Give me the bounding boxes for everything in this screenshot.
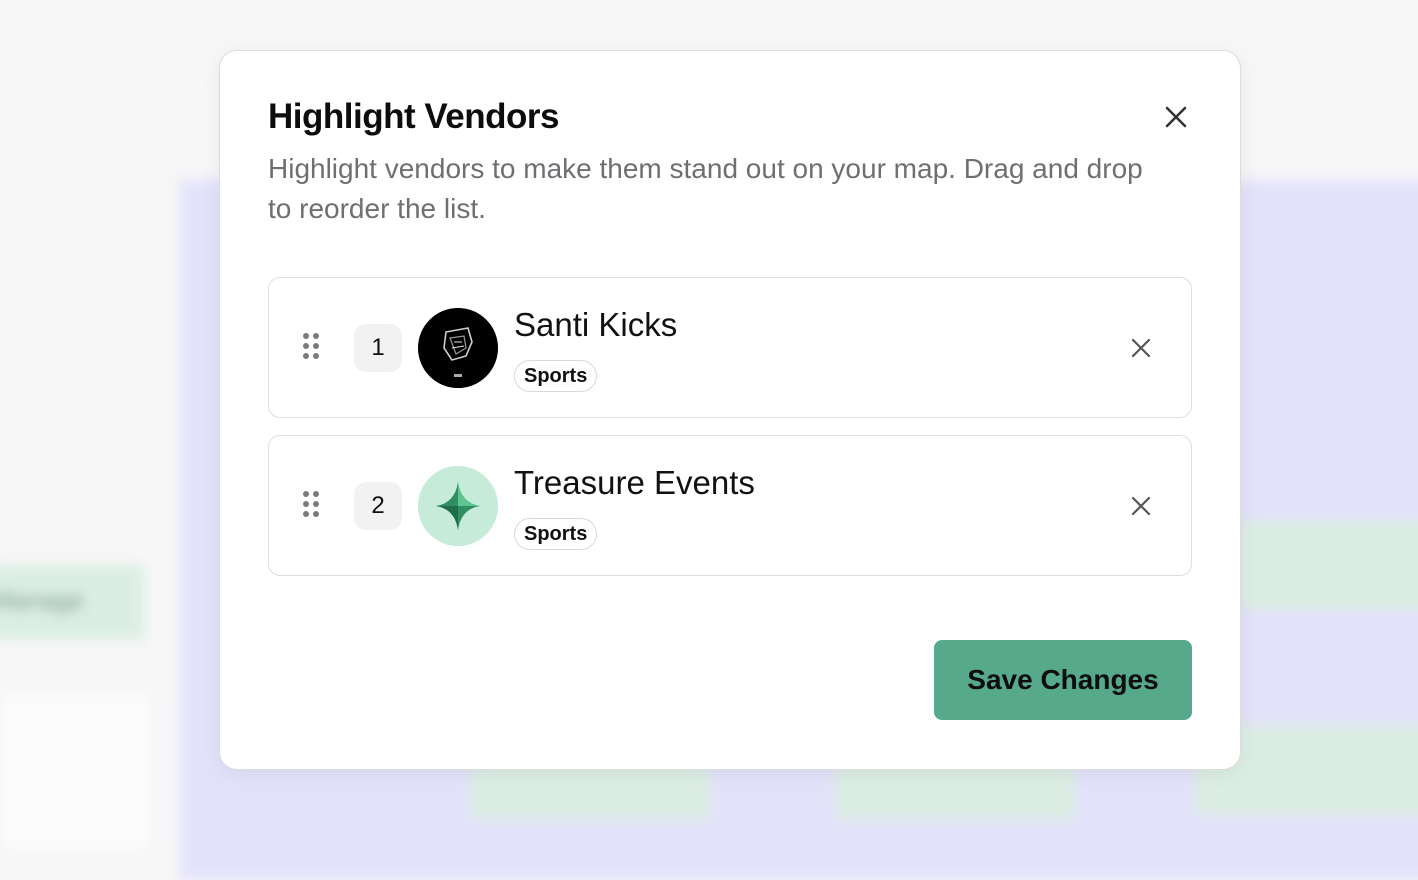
drag-handle-icon[interactable] <box>303 491 321 521</box>
rank-badge: 2 <box>354 482 402 530</box>
save-changes-button[interactable]: Save Changes <box>934 640 1192 720</box>
sparkle-icon <box>418 466 498 546</box>
category-tag: Sports <box>514 518 598 550</box>
vendor-row[interactable]: 1 Santi Kicks Sports <box>268 277 1192 418</box>
background-card <box>1240 520 1418 610</box>
highlight-vendors-dialog: Highlight Vendors Highlight vendors to m… <box>219 50 1241 770</box>
background-label: Manage <box>0 585 84 615</box>
background-card <box>835 765 1075 820</box>
rank-badge: 1 <box>354 324 402 372</box>
santi-kicks-logo <box>418 308 498 388</box>
vendor-name: Treasure Events <box>514 464 755 501</box>
drag-handle-icon[interactable] <box>303 333 321 363</box>
vendor-row[interactable]: 2 Treasure Events Sports <box>268 435 1192 576</box>
remove-icon[interactable] <box>1129 494 1153 518</box>
dialog-description: Highlight vendors to make them stand out… <box>268 153 1143 224</box>
category-tag: Sports <box>514 360 598 392</box>
background-box <box>0 690 152 852</box>
background-card <box>470 765 710 820</box>
remove-icon[interactable] <box>1129 336 1153 360</box>
vendor-name: Santi Kicks <box>514 306 678 343</box>
dialog-title: Highlight Vendors <box>268 97 559 136</box>
close-icon[interactable] <box>1160 101 1192 133</box>
